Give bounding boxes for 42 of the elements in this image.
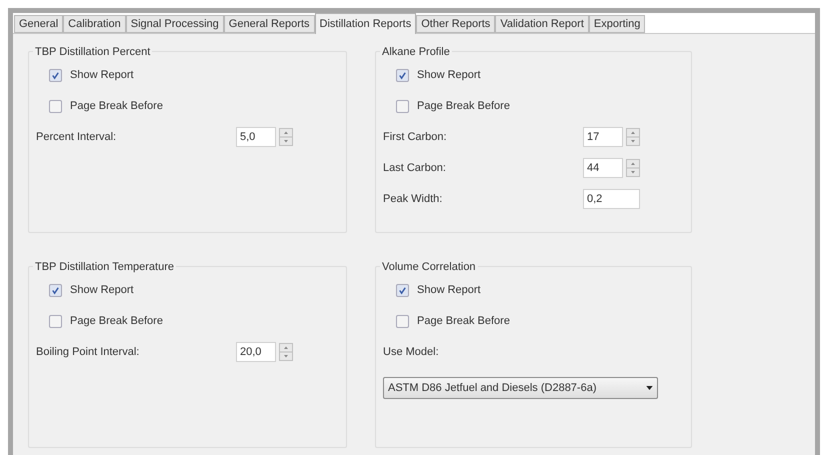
checkbox[interactable] — [49, 68, 62, 82]
checkbox-label: Page Break Before — [417, 314, 510, 329]
spin-buttons-icon[interactable] — [279, 128, 293, 146]
tab[interactable]: Distillation Reports — [314, 13, 416, 34]
tab[interactable]: Signal Processing — [126, 15, 224, 33]
checkbox-label: Show Report — [70, 68, 134, 83]
checkbox[interactable] — [396, 68, 409, 82]
input-field[interactable]: 0,2 — [583, 189, 640, 209]
spinner-field[interactable]: 44 — [583, 158, 623, 178]
checkbox[interactable] — [49, 100, 62, 112]
field-label: Percent Interval: — [36, 130, 118, 145]
model-dropdown[interactable]: ASTM D86 Jetfuel and Diesels (D2887-6a) — [383, 377, 658, 399]
checkbox-label: Page Break Before — [70, 98, 163, 114]
spin-buttons-icon[interactable] — [279, 343, 293, 361]
tab[interactable]: General Reports — [224, 15, 315, 33]
checkbox-label: Show Report — [417, 68, 481, 83]
checkbox-label: Page Break Before — [70, 314, 163, 329]
tab[interactable]: Other Reports — [416, 15, 496, 33]
spin-buttons-icon[interactable] — [626, 159, 640, 177]
field-label: First Carbon: — [383, 130, 448, 145]
spinner-field[interactable]: 5,0 — [236, 127, 276, 147]
checkbox[interactable] — [396, 314, 409, 328]
checkbox[interactable] — [396, 100, 409, 112]
field-label: Boiling Point Interval: — [36, 344, 140, 360]
checkbox[interactable] — [49, 314, 62, 328]
spinner-field[interactable]: 20,0 — [236, 342, 276, 362]
checkbox[interactable] — [396, 284, 409, 296]
field-label: Last Carbon: — [383, 160, 447, 176]
field-label: Use Model: — [383, 344, 440, 360]
dropdown-arrow-icon — [646, 386, 653, 390]
checkbox-label: Show Report — [417, 282, 481, 298]
checkbox-label: Show Report — [70, 282, 134, 298]
checkbox[interactable] — [49, 284, 62, 296]
field-label: Peak Width: — [383, 192, 444, 207]
tab[interactable]: Validation Report — [495, 15, 589, 33]
checkbox-label: Page Break Before — [417, 98, 510, 114]
spin-buttons-icon[interactable] — [626, 128, 640, 146]
tab[interactable]: Exporting — [588, 15, 646, 33]
group-title: TBP Distillation Temperature — [33, 259, 176, 276]
tab[interactable]: Calibration — [63, 15, 126, 33]
spinner-field[interactable]: 17 — [583, 127, 623, 147]
tab[interactable]: General — [14, 15, 64, 33]
